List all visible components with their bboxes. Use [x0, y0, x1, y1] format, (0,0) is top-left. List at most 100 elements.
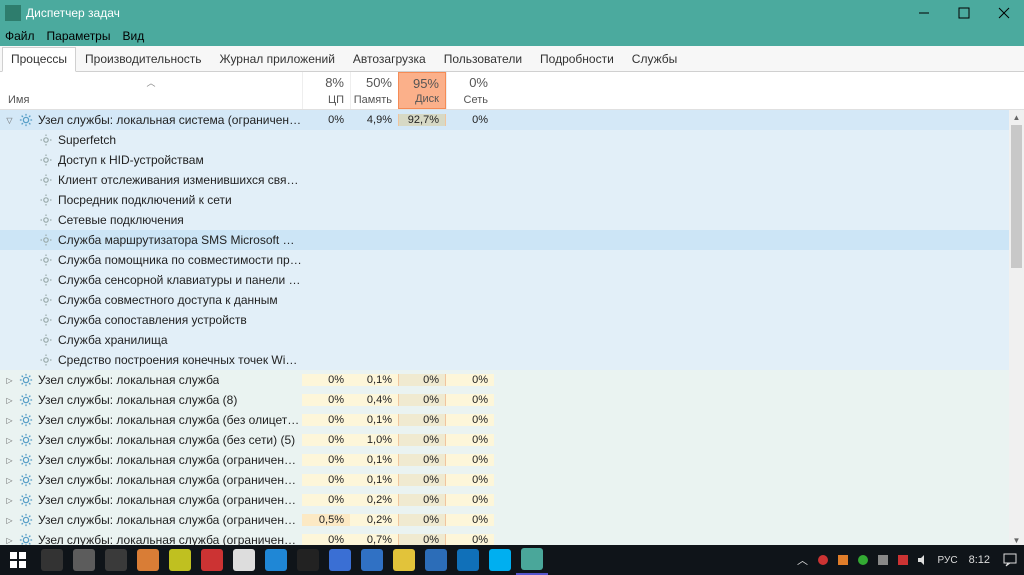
process-row[interactable]: Служба маршрутизатора SMS Microsoft Wind…	[0, 230, 1024, 250]
process-row[interactable]: ▷Узел службы: локальная служба0%0,1%0%0%	[0, 370, 1024, 390]
chevron-right-icon[interactable]: ▷	[4, 495, 15, 506]
column-name-label: Имя	[8, 94, 29, 106]
taskbar-app-icon[interactable]	[260, 545, 292, 575]
disk-label: Диск	[399, 93, 439, 105]
tab-startup[interactable]: Автозагрузка	[344, 47, 435, 71]
taskbar-app-icon[interactable]	[388, 545, 420, 575]
menu-view[interactable]: Вид	[122, 29, 144, 43]
process-list[interactable]: ▽Узел службы: локальная система (огранич…	[0, 110, 1024, 548]
chevron-down-icon[interactable]: ▽	[4, 115, 15, 126]
tray-notifications-icon[interactable]	[996, 553, 1024, 567]
taskbar-app-icon[interactable]	[68, 545, 100, 575]
process-row[interactable]: Служба хранилища	[0, 330, 1024, 350]
tray-icon[interactable]	[853, 545, 873, 575]
taskbar-app-icon[interactable]	[100, 545, 132, 575]
metric-cell: 0%	[398, 494, 446, 506]
chevron-right-icon[interactable]: ▷	[4, 535, 15, 546]
minimize-button[interactable]	[904, 0, 944, 26]
chevron-right-icon[interactable]: ▷	[4, 415, 15, 426]
column-network[interactable]: 0% Сеть	[446, 72, 494, 109]
start-button[interactable]	[0, 545, 36, 575]
tray-volume-icon[interactable]	[913, 545, 933, 575]
tab-users[interactable]: Пользователи	[435, 47, 531, 71]
process-row[interactable]: ▽Узел службы: локальная система (огранич…	[0, 110, 1024, 130]
chevron-right-icon[interactable]: ▷	[4, 475, 15, 486]
process-row[interactable]: Посредник подключений к сети	[0, 190, 1024, 210]
close-button[interactable]	[984, 0, 1024, 26]
tab-details[interactable]: Подробности	[531, 47, 623, 71]
metric-cell: 0,4%	[350, 394, 398, 406]
chevron-right-icon[interactable]: ▷	[4, 395, 15, 406]
tray-clock[interactable]: 8:12	[963, 554, 996, 566]
network-percent: 0%	[447, 75, 488, 90]
process-row[interactable]: ▷Узел службы: локальная служба (ограниче…	[0, 470, 1024, 490]
taskbar-app-icon[interactable]	[516, 545, 548, 575]
column-name[interactable]: ︿ Имя	[0, 72, 302, 109]
tray-icon[interactable]	[833, 545, 853, 575]
metric-cell: 0%	[446, 394, 494, 406]
tray-icon[interactable]	[893, 545, 913, 575]
process-row[interactable]: Superfetch	[0, 130, 1024, 150]
tab-app-history[interactable]: Журнал приложений	[211, 47, 344, 71]
tray-icon[interactable]	[873, 545, 893, 575]
cpu-label: ЦП	[303, 94, 344, 106]
process-row[interactable]: Служба помощника по совместимости програ…	[0, 250, 1024, 270]
tray-language[interactable]: РУС	[933, 555, 963, 566]
process-row[interactable]: ▷ Узел службы: локальная служба (ограниче…	[0, 490, 1024, 510]
tray-chevron-icon[interactable]: ︿	[793, 545, 813, 575]
process-row[interactable]: Клиент отслеживания изменившихся связей	[0, 170, 1024, 190]
network-label: Сеть	[447, 94, 488, 106]
taskbar-app-icon[interactable]	[292, 545, 324, 575]
column-memory[interactable]: 50% Память	[350, 72, 398, 109]
tray-icon[interactable]	[813, 545, 833, 575]
process-row[interactable]: ▷Узел службы: локальная служба (ограниче…	[0, 450, 1024, 470]
metric-cell: 0%	[398, 514, 446, 526]
chevron-right-icon[interactable]: ▷	[4, 455, 15, 466]
taskbar-app-icon[interactable]	[452, 545, 484, 575]
chevron-right-icon[interactable]: ▷	[4, 515, 15, 526]
process-row[interactable]: Служба сопоставления устройств	[0, 310, 1024, 330]
process-name: Служба маршрутизатора SMS Microsoft Wind…	[58, 233, 302, 247]
taskbar-app-icon[interactable]	[356, 545, 388, 575]
metric-cell: 0%	[446, 374, 494, 386]
taskbar-app-icon[interactable]	[164, 545, 196, 575]
taskbar-app-icon[interactable]	[420, 545, 452, 575]
tab-performance[interactable]: Производительность	[76, 47, 210, 71]
metric-cell: 0%	[302, 374, 350, 386]
taskbar-app-icon[interactable]	[324, 545, 356, 575]
process-row[interactable]: Служба сенсорной клавиатуры и панели рук…	[0, 270, 1024, 290]
chevron-right-icon[interactable]: ▷	[4, 375, 15, 386]
vertical-scrollbar[interactable]: ▲ ▼	[1009, 110, 1024, 548]
taskbar-app-icon[interactable]	[196, 545, 228, 575]
tab-processes[interactable]: Процессы	[2, 47, 76, 72]
taskbar-app-icon[interactable]	[132, 545, 164, 575]
process-name: Узел службы: локальная служба (без сети)…	[38, 433, 295, 447]
menu-options[interactable]: Параметры	[47, 29, 111, 43]
column-cpu[interactable]: 8% ЦП	[302, 72, 350, 109]
maximize-button[interactable]	[944, 0, 984, 26]
column-disk[interactable]: 95% Диск	[398, 72, 446, 109]
process-row[interactable]: ▷Узел службы: локальная служба (ограниче…	[0, 510, 1024, 530]
service-host-icon	[18, 412, 34, 428]
cpu-percent: 8%	[303, 75, 344, 90]
scrollbar-thumb[interactable]	[1011, 125, 1022, 268]
taskbar-app-icon[interactable]	[36, 545, 68, 575]
process-row[interactable]: Сетевые подключения	[0, 210, 1024, 230]
sort-indicator-icon: ︿	[146, 76, 155, 89]
service-icon	[38, 172, 54, 188]
process-row[interactable]: ▷Узел службы: локальная служба (без олиц…	[0, 410, 1024, 430]
process-row[interactable]: ▷Узел службы: локальная служба (8)0%0,4%…	[0, 390, 1024, 410]
taskbar-app-icon[interactable]	[484, 545, 516, 575]
chevron-right-icon[interactable]: ▷	[4, 435, 15, 446]
process-row[interactable]: Средство построения конечных точек Windo…	[0, 350, 1024, 370]
metric-cell: 0%	[446, 114, 494, 126]
process-name: Узел службы: локальная служба (ограничен…	[38, 493, 302, 507]
metric-cell: 0,2%	[350, 514, 398, 526]
menu-file[interactable]: Файл	[5, 29, 35, 43]
tab-services[interactable]: Службы	[623, 47, 686, 71]
process-row[interactable]: ▷ Узел службы: локальная служба (без сети…	[0, 430, 1024, 450]
process-row[interactable]: Доступ к HID-устройствам	[0, 150, 1024, 170]
taskbar-app-icon[interactable]	[228, 545, 260, 575]
scroll-up-icon[interactable]: ▲	[1009, 110, 1024, 125]
process-row[interactable]: Служба совместного доступа к данным	[0, 290, 1024, 310]
